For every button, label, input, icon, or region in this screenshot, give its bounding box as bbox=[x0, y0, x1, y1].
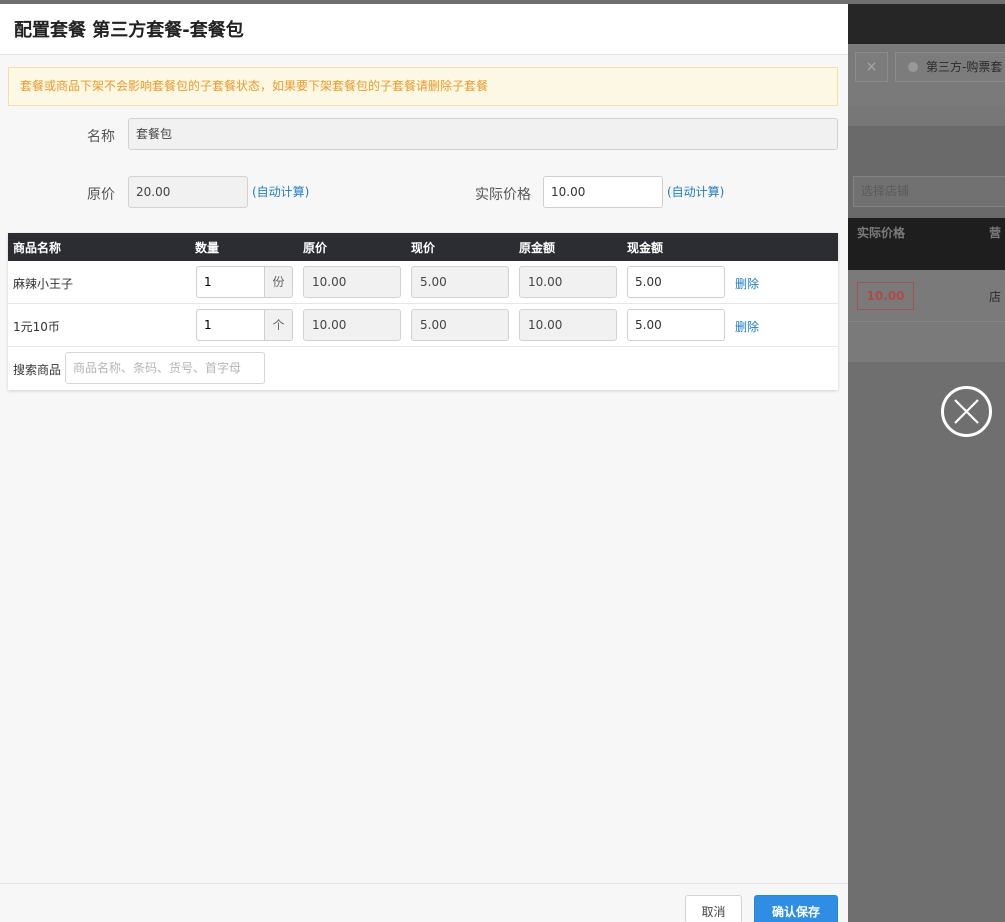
table-header: 商品名称 数量 原价 现价 原金额 现金额 bbox=[8, 233, 838, 261]
col-cur-price: 现价 bbox=[411, 241, 436, 255]
table-row: 1元10币 个 10.00 5.00 10.00 删除 bbox=[8, 304, 838, 347]
actual-price-label: 实际价格 bbox=[475, 187, 531, 203]
orig-price-cell: 10.00 bbox=[303, 309, 401, 341]
cur-amount-input[interactable] bbox=[627, 266, 725, 298]
cur-price-cell: 5.00 bbox=[411, 266, 509, 298]
bg-col-cut: 营 bbox=[989, 226, 1002, 240]
search-product-input[interactable] bbox=[65, 352, 265, 384]
cancel-button[interactable]: 取消 bbox=[685, 895, 742, 922]
col-cur-amount: 现金额 bbox=[627, 241, 664, 255]
bg-table-row: 10.00 店 bbox=[848, 270, 1005, 322]
bg-tab-dot-icon bbox=[908, 62, 918, 72]
product-name: 1元10币 bbox=[13, 320, 60, 334]
bg-tab-label: 第三方-购票套 bbox=[926, 60, 1003, 74]
bg-table-row-2 bbox=[848, 322, 1005, 362]
actual-price-input[interactable] bbox=[543, 176, 663, 208]
search-product-row: 搜索商品 bbox=[8, 347, 838, 390]
bg-divider bbox=[848, 106, 1005, 126]
col-quantity: 数量 bbox=[195, 241, 220, 255]
name-field[interactable]: 套餐包 bbox=[128, 118, 838, 150]
package-items-table: 商品名称 数量 原价 现价 原金额 现金额 麻辣小王子 份 10.00 5.00… bbox=[8, 233, 838, 390]
col-product-name: 商品名称 bbox=[13, 241, 62, 255]
close-x-icon bbox=[954, 399, 979, 424]
dialog-footer: 取消 确认保存 bbox=[0, 883, 848, 922]
cur-amount-input[interactable] bbox=[627, 309, 725, 341]
bg-col-actual-price: 实际价格 bbox=[857, 226, 906, 240]
bg-store-select: 选择店铺 bbox=[853, 176, 1005, 207]
orig-amount-cell: 10.00 bbox=[519, 266, 617, 298]
notice-alert: 套餐或商品下架不会影响套餐包的子套餐状态，如果要下架套餐包的子套餐请删除子套餐 bbox=[8, 67, 838, 106]
orig-price-cell: 10.00 bbox=[303, 266, 401, 298]
close-dialog-icon[interactable] bbox=[941, 386, 992, 437]
bg-tab: 第三方-购票套 bbox=[895, 52, 1005, 82]
col-orig-price: 原价 bbox=[303, 241, 328, 255]
bg-topbar bbox=[848, 4, 1005, 44]
orig-price-label: 原价 bbox=[87, 187, 115, 203]
orig-amount-cell: 10.00 bbox=[519, 309, 617, 341]
unit-label: 份 bbox=[264, 266, 293, 298]
name-label: 名称 bbox=[87, 129, 115, 145]
config-package-dialog: 配置套餐 第三方套餐-套餐包 套餐或商品下架不会影响套餐包的子套餐状态，如果要下… bbox=[0, 4, 848, 922]
dialog-title: 配置套餐 第三方套餐-套餐包 bbox=[14, 20, 244, 41]
quantity-input[interactable] bbox=[196, 309, 264, 341]
bg-store-text: 店 bbox=[989, 290, 1002, 304]
orig-price-field[interactable]: 20.00 bbox=[128, 176, 248, 208]
col-orig-amount: 原金额 bbox=[519, 241, 556, 255]
dialog-header: 配置套餐 第三方套餐-套餐包 bbox=[0, 4, 848, 55]
bg-tab-close-icon: × bbox=[855, 52, 888, 82]
delete-link[interactable]: 删除 bbox=[735, 318, 759, 335]
quantity-input[interactable] bbox=[196, 266, 264, 298]
unit-label: 个 bbox=[264, 309, 293, 341]
save-button[interactable]: 确认保存 bbox=[754, 895, 838, 922]
table-row: 麻辣小王子 份 10.00 5.00 10.00 删除 bbox=[8, 261, 838, 304]
orig-price-auto-link[interactable]: (自动计算) bbox=[252, 183, 309, 200]
delete-link[interactable]: 删除 bbox=[735, 275, 759, 292]
product-name: 麻辣小王子 bbox=[13, 277, 74, 291]
bg-table-header: 实际价格 营 bbox=[848, 218, 1005, 270]
bg-price-badge: 10.00 bbox=[857, 282, 914, 310]
actual-price-auto-link[interactable]: (自动计算) bbox=[667, 183, 724, 200]
search-product-label: 搜索商品 bbox=[13, 363, 62, 377]
cur-price-cell: 5.00 bbox=[411, 309, 509, 341]
